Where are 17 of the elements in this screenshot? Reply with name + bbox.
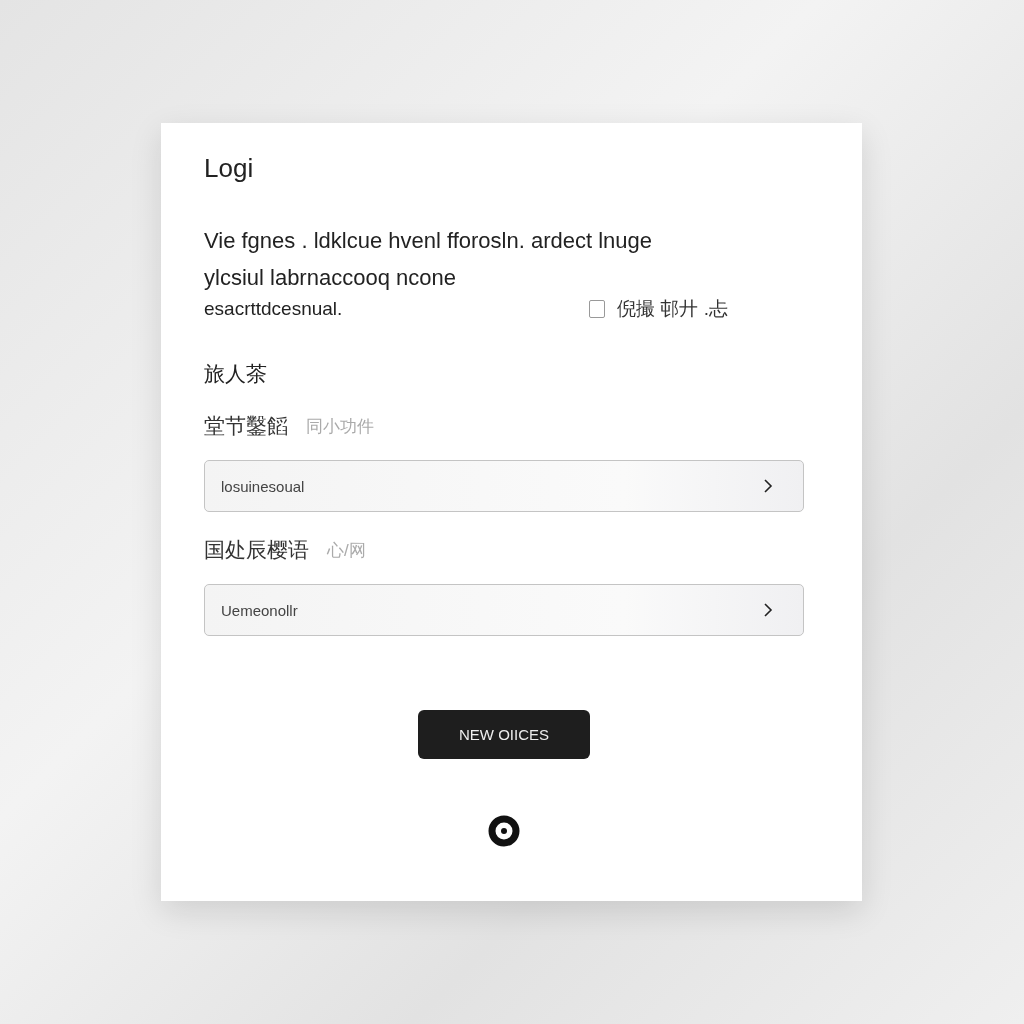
field-hint: 同小功件 bbox=[306, 415, 374, 438]
submit-button[interactable]: NEW OIICES bbox=[418, 710, 590, 759]
description-line: ylcsiul labrnaccooq ncone bbox=[204, 264, 457, 292]
select-field[interactable]: Uemeonollr bbox=[204, 584, 804, 636]
description-line: esacrttdcesnual. bbox=[204, 298, 343, 320]
checkbox[interactable] bbox=[589, 300, 606, 318]
chevron-icon bbox=[763, 603, 773, 617]
description-line: Vie fgnes . ldklcue hvenl fforosln. ardect lnuge bbox=[204, 227, 654, 255]
card-title: Logi bbox=[204, 153, 255, 184]
ring-icon[interactable] bbox=[488, 815, 520, 847]
select-field[interactable]: losuinesoual bbox=[204, 460, 804, 512]
chevron-icon bbox=[763, 479, 773, 493]
checkbox-label: 倪撮 邨廾 .忐 bbox=[617, 297, 728, 321]
field-label: 国处辰樱语 bbox=[204, 537, 309, 563]
field-label: 堂节鑿饀 bbox=[204, 413, 288, 439]
section-title: 旅人茶 bbox=[204, 361, 268, 387]
field-hint: 心/网 bbox=[327, 539, 366, 562]
